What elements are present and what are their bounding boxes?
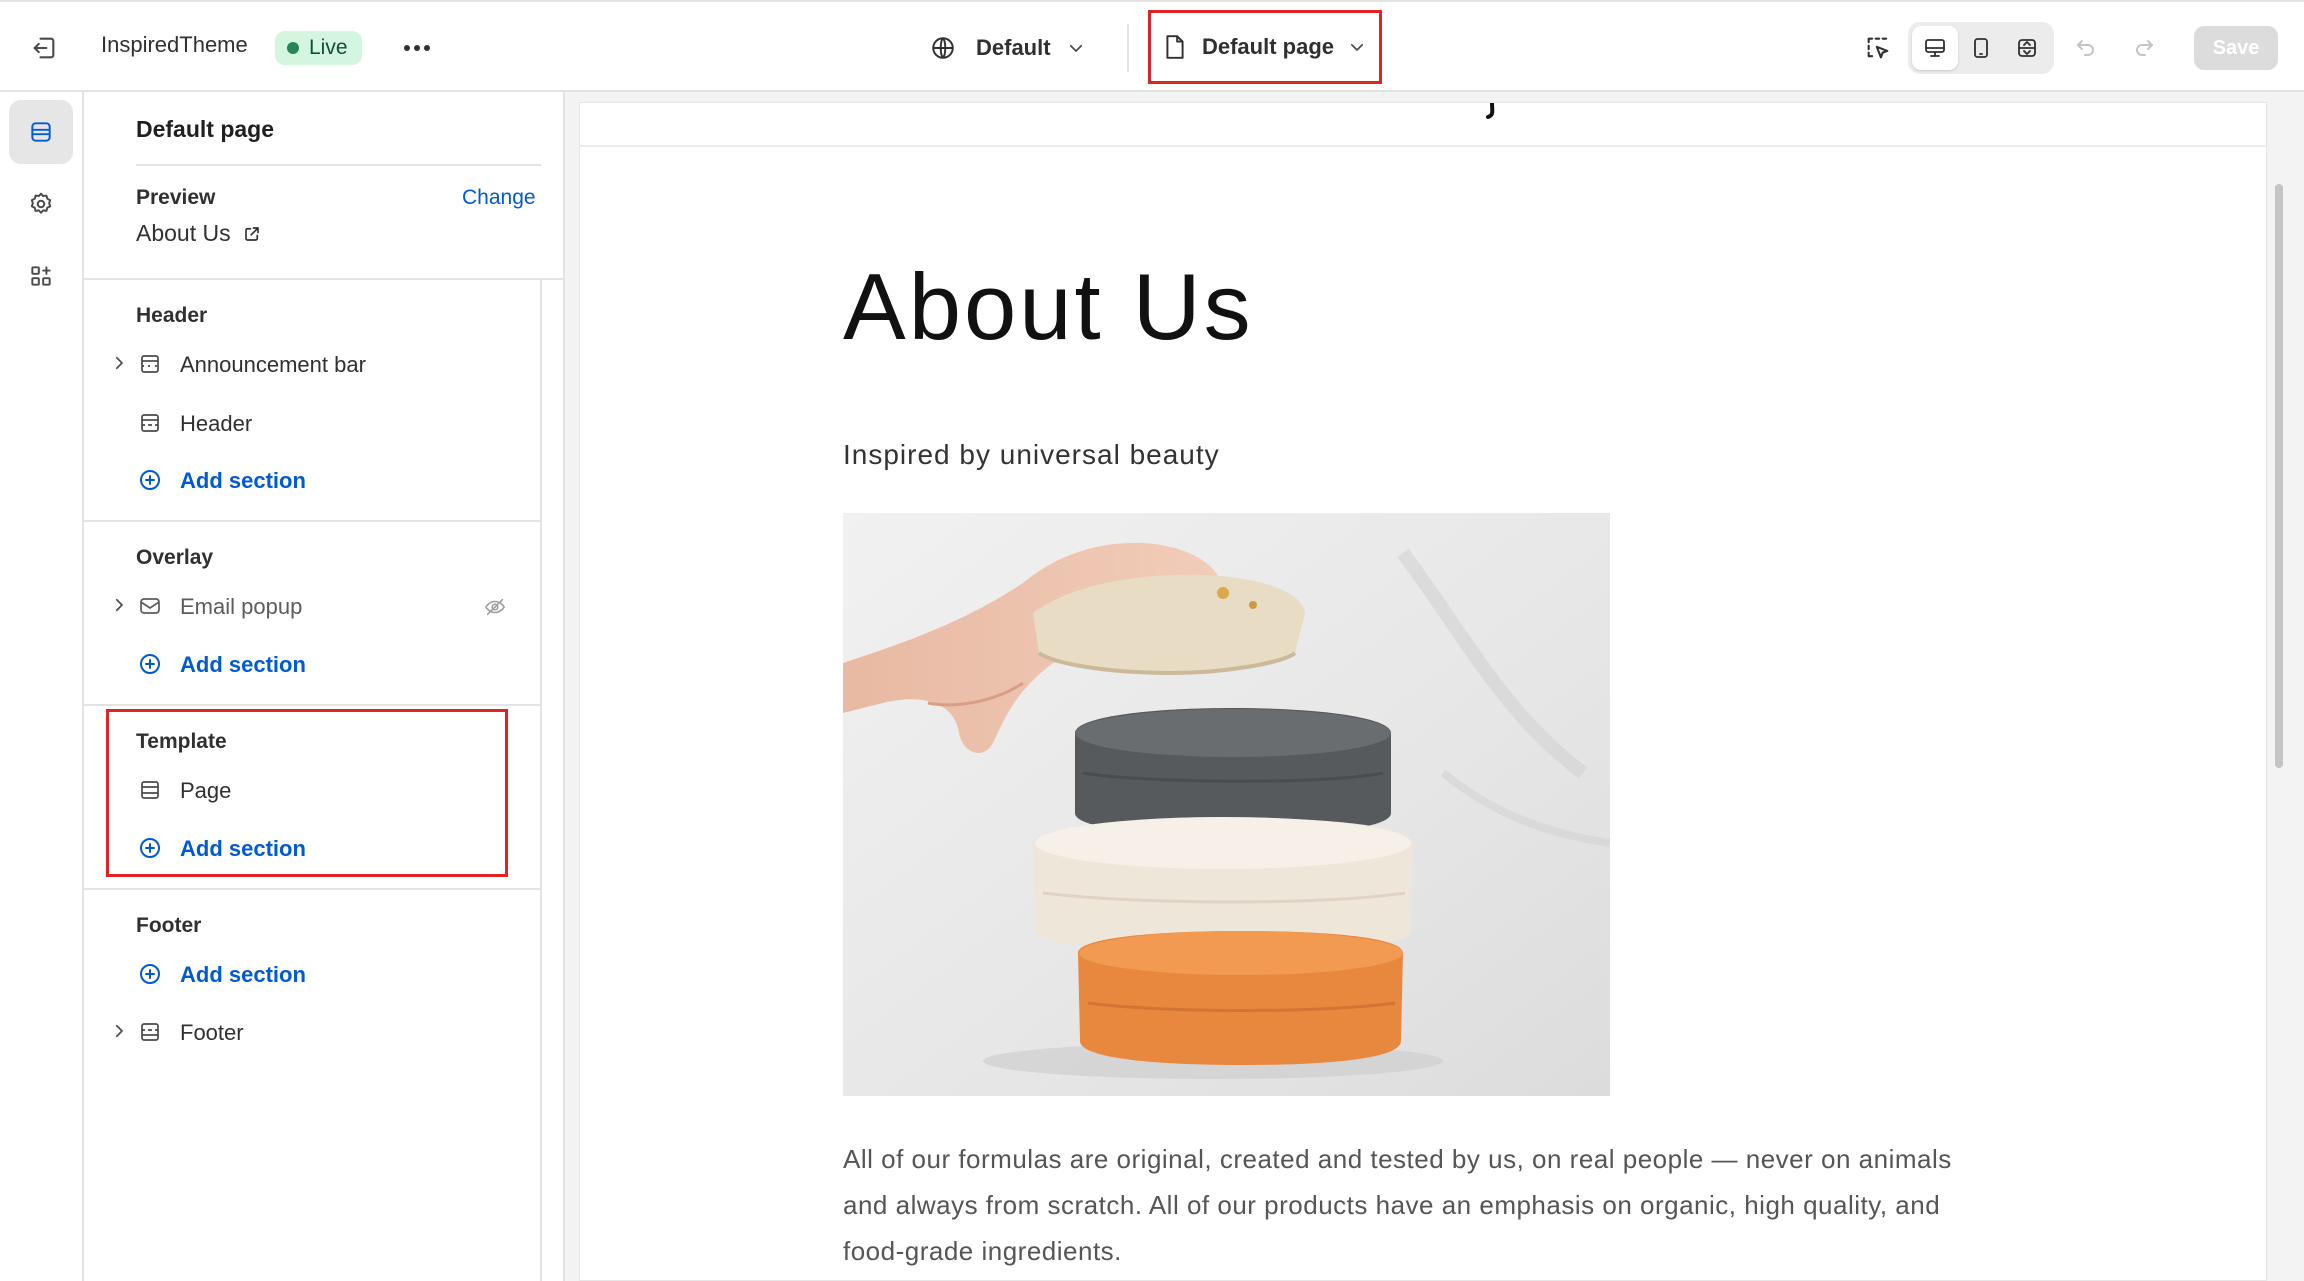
- select-cursor-icon: [1867, 37, 1889, 59]
- redo-button[interactable]: [2126, 30, 2162, 66]
- section-item-page[interactable]: Page: [84, 768, 540, 812]
- desktop-icon: [1925, 39, 1945, 57]
- preview-page-link[interactable]: About Us: [136, 220, 261, 247]
- exit-icon: [33, 37, 55, 59]
- preview-scrollbar[interactable]: [2272, 184, 2286, 768]
- section-item-label: Announcement bar: [180, 352, 366, 377]
- language-selector[interactable]: Default: [930, 28, 1085, 68]
- store-logo: [1486, 103, 1495, 119]
- divider: [84, 278, 565, 280]
- sidebar-scrollbar-track[interactable]: [540, 280, 542, 1281]
- site-header: [580, 103, 2266, 147]
- top-bar: InspiredTheme Live Default Default page: [0, 0, 2304, 92]
- section-icon: [141, 781, 159, 799]
- soap-stack-image: [843, 513, 1610, 1096]
- preview-canvas[interactable]: About Us Inspired by universal beauty Al…: [579, 102, 2267, 1281]
- section-item-header[interactable]: Header: [84, 401, 540, 445]
- section-item-footer[interactable]: Footer: [84, 1010, 540, 1054]
- fullscreen-view-button[interactable]: [2004, 26, 2050, 70]
- divider: [84, 704, 540, 706]
- section-icon: [141, 414, 159, 432]
- add-section-label: Add section: [180, 962, 306, 987]
- mobile-view-button[interactable]: [1958, 26, 2004, 70]
- section-icon: [141, 355, 159, 373]
- group-title-footer: Footer: [136, 914, 202, 937]
- add-section-button-footer[interactable]: Add section: [84, 952, 540, 996]
- theme-name: InspiredTheme: [101, 32, 248, 57]
- preview-page-label: About Us: [136, 220, 231, 246]
- divider: [84, 520, 540, 522]
- page-body-text: All of our formulas are original, create…: [843, 1144, 1952, 1266]
- change-preview-link[interactable]: Change: [462, 186, 536, 210]
- plus-circle-icon: [140, 838, 160, 858]
- section-item-label: Email popup: [180, 594, 303, 619]
- ellipsis-icon: [404, 45, 430, 51]
- section-item-label: Footer: [180, 1020, 244, 1045]
- group-title-header: Header: [136, 304, 208, 327]
- undo-button[interactable]: [2068, 30, 2104, 66]
- page-selector[interactable]: Default page: [1148, 10, 1382, 84]
- section-item-email-popup[interactable]: Email popup: [84, 584, 540, 628]
- divider: [1127, 24, 1129, 72]
- add-section-button-overlay[interactable]: Add section: [84, 642, 540, 686]
- add-section-label: Add section: [180, 652, 306, 677]
- eye-off-icon[interactable]: [484, 596, 506, 618]
- add-section-button-template[interactable]: Add section: [84, 826, 540, 870]
- sidebar-title: Default page: [136, 116, 275, 142]
- chevron-right-icon[interactable]: [110, 596, 128, 614]
- external-link-icon: [244, 226, 259, 241]
- envelope-icon: [140, 598, 160, 614]
- document-icon: [1166, 35, 1184, 59]
- chevron-right-icon[interactable]: [110, 354, 128, 372]
- mobile-icon: [1974, 38, 1988, 58]
- inspector-button[interactable]: [1858, 28, 1898, 68]
- sections-nav-button[interactable]: [9, 100, 73, 164]
- add-section-button-header[interactable]: Add section: [84, 458, 540, 502]
- page-selector-label: Default page: [1201, 34, 1335, 59]
- chevron-down-icon: [1069, 44, 1082, 52]
- theme-settings-nav-button[interactable]: [9, 172, 73, 236]
- page-subheading: Inspired by universal beauty: [843, 439, 1220, 470]
- language-selector-label: Default: [976, 35, 1051, 60]
- page-title: About Us: [843, 254, 1254, 359]
- section-icon: [141, 1023, 159, 1041]
- globe-icon: [932, 37, 954, 59]
- undo-icon: [2077, 40, 2094, 56]
- save-button[interactable]: Save: [2194, 26, 2278, 70]
- apps-nav-button[interactable]: [9, 244, 73, 308]
- sections-sidebar: Default page Preview Change About Us Hea…: [84, 92, 565, 1281]
- fullscreen-icon: [2018, 39, 2036, 57]
- plus-circle-icon: [140, 964, 160, 984]
- theme-preview: About Us Inspired by universal beauty Al…: [565, 92, 2304, 1281]
- apps-icon: [31, 266, 51, 286]
- group-title-overlay: Overlay: [136, 546, 214, 569]
- sections-icon: [31, 122, 51, 142]
- desktop-view-button[interactable]: [1912, 26, 1958, 70]
- section-item-label: Page: [180, 778, 232, 803]
- add-section-label: Add section: [180, 836, 306, 861]
- preview-label: Preview: [136, 186, 216, 209]
- add-section-label: Add section: [180, 468, 306, 493]
- status-badge-label: Live: [309, 36, 348, 59]
- section-item-announcement-bar[interactable]: Announcement bar: [84, 342, 540, 386]
- redo-icon: [2136, 40, 2153, 56]
- device-toggle-group: [1908, 22, 2054, 74]
- gear-icon: [30, 192, 52, 214]
- status-badge: Live: [275, 31, 362, 65]
- chevron-right-icon[interactable]: [110, 1022, 128, 1040]
- divider: [84, 888, 540, 890]
- group-title-template: Template: [136, 730, 227, 753]
- exit-button[interactable]: [22, 28, 66, 68]
- plus-circle-icon: [140, 654, 160, 674]
- section-item-label: Header: [180, 411, 253, 436]
- left-rail: [0, 92, 84, 1281]
- plus-circle-icon: [140, 470, 160, 490]
- live-dot-icon: [287, 42, 299, 54]
- more-actions-button[interactable]: [397, 28, 437, 68]
- divider: [136, 164, 541, 166]
- chevron-down-icon: [1350, 43, 1364, 51]
